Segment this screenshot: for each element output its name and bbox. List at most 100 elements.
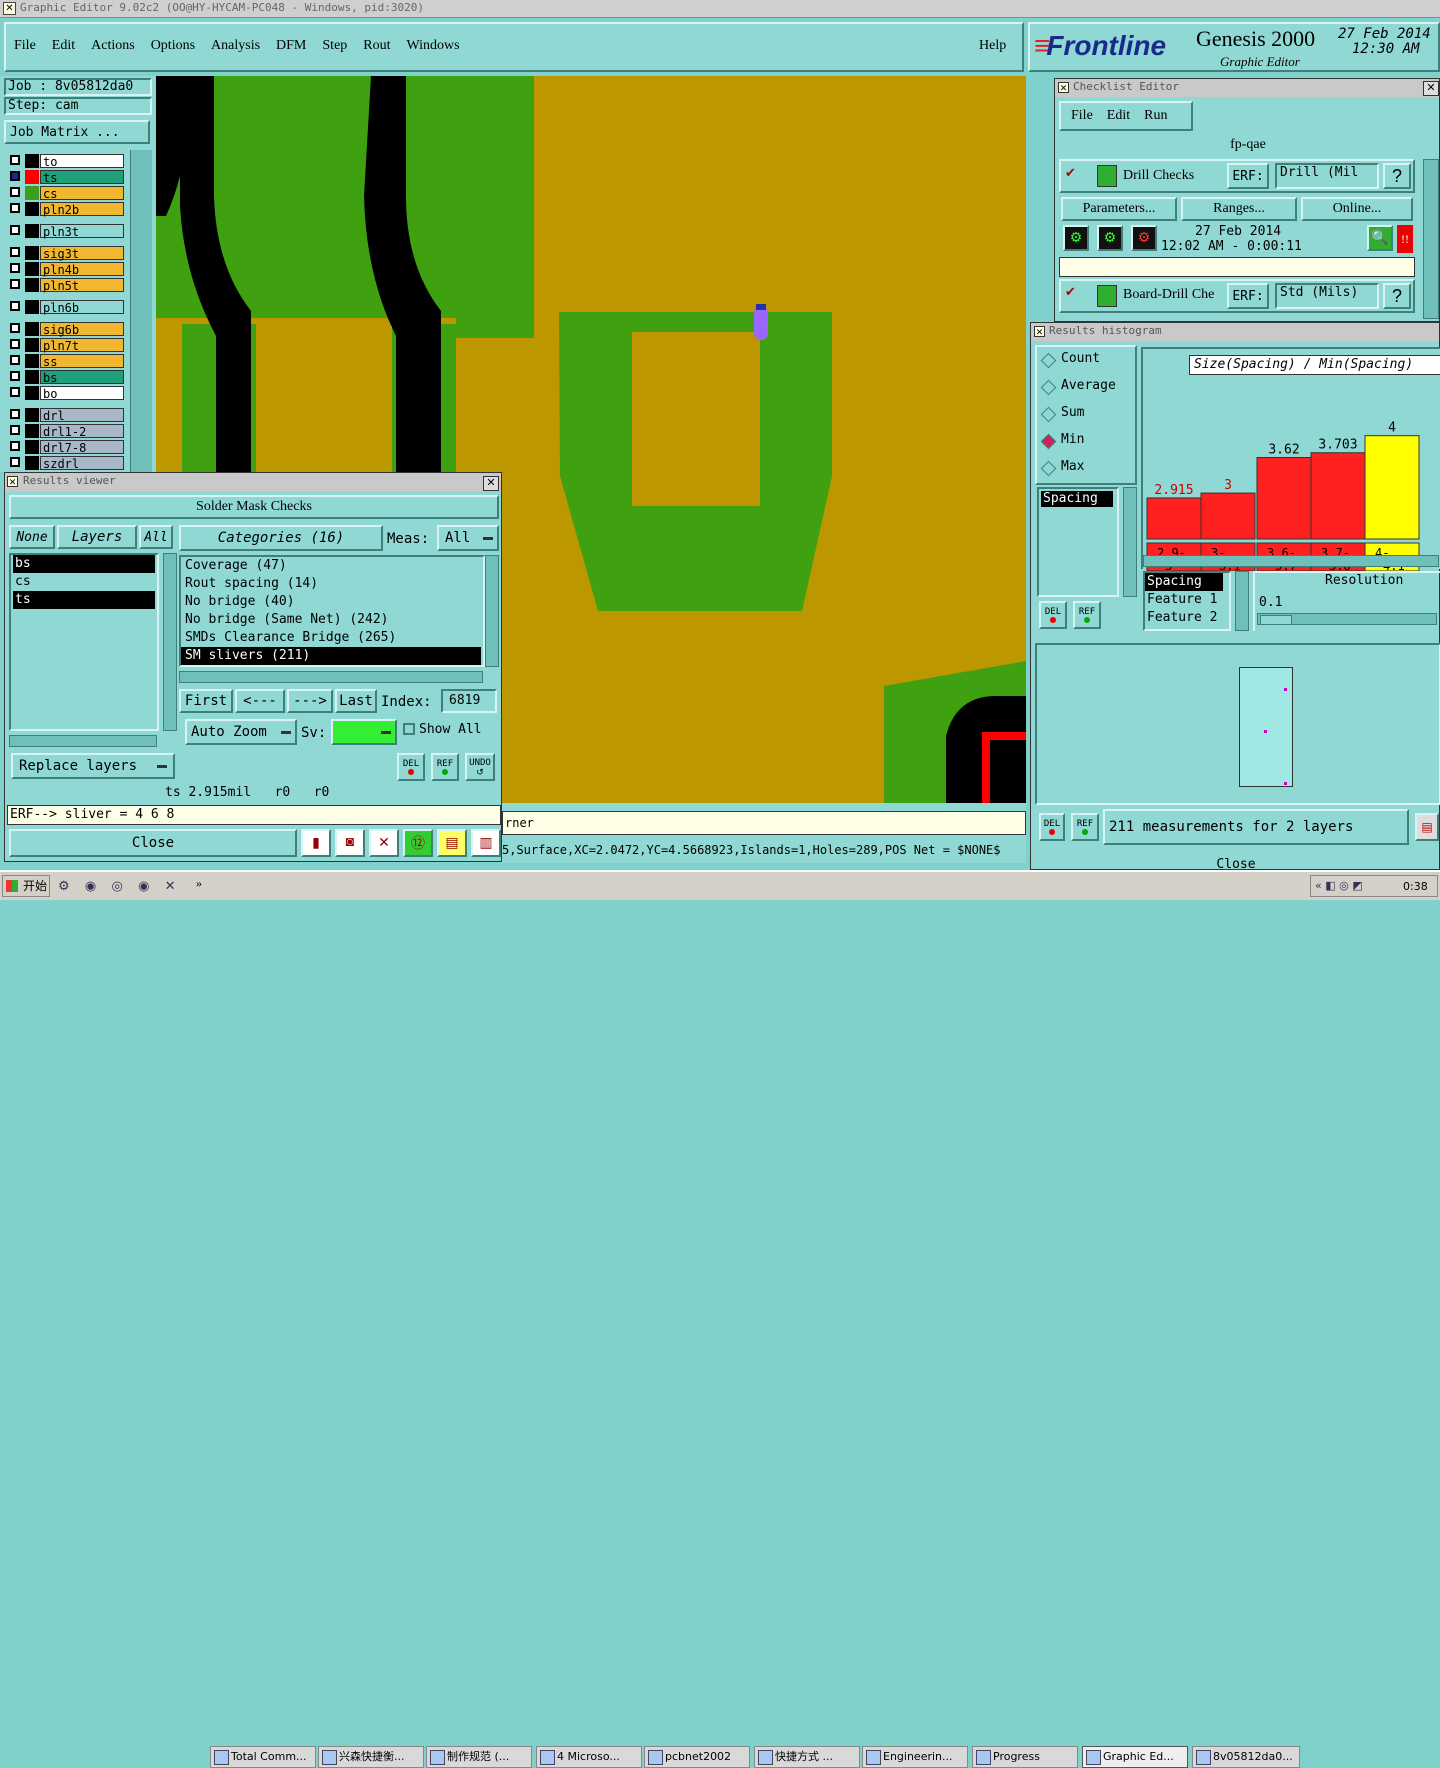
layer-color-swatch[interactable] [25, 278, 39, 292]
checklist-menu-edit[interactable]: Edit [1107, 108, 1130, 123]
menu-rout[interactable]: Rout [363, 38, 390, 53]
layer-row-pln6b[interactable]: pln6b [8, 300, 124, 315]
sv-color-dropdown[interactable] [331, 719, 397, 745]
taskbar-item[interactable]: Total Comm... [210, 1746, 316, 1768]
layer-color-swatch[interactable] [25, 224, 39, 238]
menu-edit[interactable]: Edit [52, 38, 75, 53]
layer-color-swatch[interactable] [25, 386, 39, 400]
histogram-bar[interactable] [1200, 492, 1256, 540]
online-button[interactable]: Online... [1301, 197, 1413, 221]
first-button[interactable]: First [179, 689, 233, 713]
category-item[interactable]: No bridge (40) [181, 593, 481, 611]
layer-name[interactable]: bo [40, 386, 124, 401]
prev-button[interactable]: <--- [235, 689, 285, 713]
layer-name[interactable]: drl7-8 [40, 440, 124, 455]
checklist-menu-file[interactable]: File [1071, 108, 1093, 123]
layer-results-list[interactable]: bs cs ts [9, 553, 159, 731]
start-button[interactable]: 开始 [2, 875, 50, 897]
histogram-bar[interactable] [1364, 435, 1420, 540]
tray-icons[interactable]: « ◧ ◎ ◩ [1315, 879, 1363, 892]
layer-row-drl[interactable]: drl [8, 408, 124, 423]
taskbar-item[interactable]: Engineerin... [862, 1746, 968, 1768]
notes-icon[interactable]: ▤ [437, 829, 467, 857]
layer-row-to[interactable]: to [8, 154, 124, 169]
layer-row-drl7-8[interactable]: drl7-8 [8, 440, 124, 455]
field-item[interactable]: Spacing [1041, 491, 1113, 507]
feature-scrollbar[interactable] [1235, 571, 1249, 631]
ref-button[interactable]: REF [431, 753, 459, 781]
field-scrollbar[interactable] [1123, 487, 1137, 597]
layer-row-bo[interactable]: bo [8, 386, 124, 401]
layer-row-bs[interactable]: bs [8, 370, 124, 385]
layer-list-hscrollbar[interactable] [9, 735, 157, 747]
auto-zoom-dropdown[interactable]: Auto Zoom [185, 719, 297, 745]
taskbar-item[interactable]: 快捷方式 ... [754, 1746, 860, 1768]
del-button[interactable]: DEL [1039, 601, 1067, 629]
layer-scrollbar[interactable] [130, 150, 152, 472]
layer-row-pln3t[interactable]: pln3t [8, 224, 124, 239]
feature-item[interactable]: Feature 2 [1145, 609, 1229, 627]
help-button[interactable]: ? [1383, 283, 1411, 309]
replace-layers-dropdown[interactable]: Replace layers [11, 753, 175, 779]
taskbar-item[interactable]: 制作规范 (... [426, 1746, 532, 1768]
category-hscrollbar[interactable] [179, 671, 483, 683]
erf-icon[interactable]: ✕ [369, 829, 399, 857]
layer-color-swatch[interactable] [25, 246, 39, 260]
layer-checkbox[interactable] [10, 441, 20, 451]
counter-icon[interactable]: ⑫ [403, 829, 433, 857]
layer-row-pln2b[interactable]: pln2b [8, 202, 124, 217]
layer-name[interactable]: pln6b [40, 300, 124, 315]
layers-button[interactable]: Layers [57, 525, 137, 549]
field-list[interactable]: Spacing [1037, 487, 1119, 597]
run-icon-1[interactable]: ⚙ [1063, 225, 1089, 251]
radio-diamond-icon[interactable] [1040, 460, 1057, 477]
layer-checkbox[interactable] [10, 155, 20, 165]
layer-name[interactable]: pln4b [40, 262, 124, 277]
histogram-bar[interactable] [1256, 457, 1312, 540]
show-all-checkbox[interactable] [403, 723, 415, 735]
layer-checkbox[interactable] [10, 409, 20, 419]
layer-result-item[interactable]: bs [13, 555, 155, 573]
chart-icon[interactable]: ▤ [1415, 813, 1439, 841]
taskbar-item[interactable]: pcbnet2002 [644, 1746, 750, 1768]
layer-name[interactable]: bs [40, 370, 124, 385]
ref-button[interactable]: REF [1073, 601, 1101, 629]
ref-button[interactable]: REF [1071, 813, 1099, 841]
category-list[interactable]: Coverage (47) Rout spacing (14) No bridge … [179, 555, 485, 667]
close-button[interactable]: Close [9, 829, 297, 857]
radio-diamond-icon[interactable] [1040, 379, 1057, 396]
layer-name[interactable]: ss [40, 354, 124, 369]
parameters-button[interactable]: Parameters... [1061, 197, 1177, 221]
taskbar-item[interactable]: 8v05812da0... [1192, 1746, 1300, 1768]
layer-checkbox[interactable] [10, 387, 20, 397]
layer-checkbox[interactable] [10, 301, 20, 311]
layer-name[interactable]: pln5t [40, 278, 124, 293]
taskbar-item[interactable]: Graphic Ed... [1082, 1746, 1188, 1768]
layer-checkbox[interactable] [10, 371, 20, 381]
layer-color-swatch[interactable] [25, 408, 39, 422]
layer-color-swatch[interactable] [25, 154, 39, 168]
close-icon[interactable]: ✕ [1423, 81, 1439, 96]
help-button[interactable]: ? [1383, 163, 1411, 189]
layer-row-sig6b[interactable]: sig6b [8, 322, 124, 337]
undo-button[interactable]: UNDO ↺ [465, 753, 495, 781]
layer-name[interactable]: to [40, 154, 124, 169]
chart-hscrollbar[interactable] [1143, 555, 1439, 567]
del-button[interactable]: DEL [1039, 813, 1065, 841]
category-scrollbar[interactable] [485, 555, 499, 667]
category-item[interactable]: Coverage (47) [181, 557, 481, 575]
taskbar-item[interactable]: Progress [972, 1746, 1078, 1768]
erf-value-drill[interactable]: Drill (Mil [1275, 163, 1379, 189]
layer-color-swatch[interactable] [25, 456, 39, 470]
layer-row-sig3t[interactable]: sig3t [8, 246, 124, 261]
layer-name[interactable]: pln7t [40, 338, 124, 353]
layer-list-scrollbar[interactable] [163, 553, 177, 731]
layer-color-swatch[interactable] [25, 186, 39, 200]
layer-result-item[interactable]: ts [13, 591, 155, 609]
feature-item[interactable]: Spacing [1145, 573, 1223, 591]
layer-checkbox[interactable] [10, 279, 20, 289]
layer-checkbox[interactable] [10, 339, 20, 349]
histogram-icon[interactable]: ▥ [471, 829, 501, 857]
layer-checkbox[interactable] [10, 263, 20, 273]
resolution-slider[interactable] [1257, 613, 1437, 625]
